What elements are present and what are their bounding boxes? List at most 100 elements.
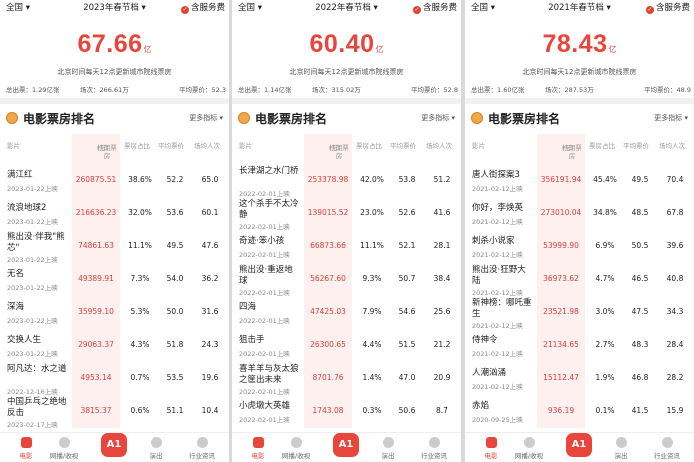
box-office-value: 36973.62 xyxy=(543,274,579,283)
share-value: 11.1% xyxy=(360,241,384,250)
table-row[interactable]: 深海 2023-01-22上映 35959.10 5.3% 50.0 31.6 xyxy=(0,296,229,329)
avg-price-value: 52.6 xyxy=(398,208,416,217)
header-share[interactable]: 票房占比 xyxy=(589,142,615,150)
box-office-value: 74861.63 xyxy=(78,241,114,250)
header-avg-people[interactable]: 场均人次 xyxy=(426,142,452,150)
movie-name: 满江红 xyxy=(7,170,33,180)
avg-price-value: 49.5 xyxy=(631,175,649,184)
header-avg-price[interactable]: 平均票价 xyxy=(623,142,649,150)
service-fee-toggle[interactable]: ✓ 含服务费 xyxy=(412,1,457,14)
movie-table: 长津湖之水门桥 2022-02-01上映 253378.98 42.0% 53.8 51.… xyxy=(232,164,461,428)
table-row[interactable]: 奇迹·笨小孩 2022-02-01上映 66873.66 11.1% 52.1 28.1 xyxy=(232,230,461,263)
header-share[interactable]: 票房占比 xyxy=(356,142,382,150)
table-row[interactable]: 流浪地球2 2023-01-22上映 216636.23 32.0% 53.6 60.1 xyxy=(0,197,229,230)
box-office-value: 15112.47 xyxy=(543,373,579,382)
more-metrics-button[interactable]: 更多指标 ▾ xyxy=(654,113,688,123)
movie-name: 交换人生 xyxy=(7,335,42,345)
nav-industry[interactable]: 行业资讯 xyxy=(182,437,222,460)
nav-center-badge[interactable]: A1 xyxy=(101,433,127,457)
nav-movie[interactable]: 电影 xyxy=(6,437,46,460)
header-box[interactable]: 档期票房 (万) xyxy=(542,142,582,160)
share-value: 34.8% xyxy=(593,208,617,217)
table-row[interactable]: 无名 2023-01-22上映 49389.91 7.3% 54.0 36.2 xyxy=(0,263,229,296)
avg-price-value: 54.6 xyxy=(398,307,416,316)
avg-price-value: 46.8 xyxy=(631,373,649,382)
box-office-value: 29063.37 xyxy=(78,340,114,349)
nav-center-badge[interactable]: A1 xyxy=(333,433,359,457)
header-share[interactable]: 票房占比 xyxy=(124,142,150,150)
avg-price-value: 54.0 xyxy=(166,274,184,283)
header-box[interactable]: 档期票房 (万) xyxy=(77,142,117,160)
table-row[interactable]: 中国乒乓之绝地反击 2023-02-17上映 3815.37 0.6% 51.1 10.4 xyxy=(0,395,229,429)
avg-people-value: 40.8 xyxy=(666,274,684,283)
share-value: 1.4% xyxy=(362,373,382,382)
header-avg-price[interactable]: 平均票价 xyxy=(158,142,184,150)
nav-show[interactable]: 演出 xyxy=(368,437,408,460)
release-date: 2021-02-12上映 xyxy=(472,185,523,193)
nav-movie[interactable]: 电影 xyxy=(238,437,278,460)
nav-network[interactable]: 网播/收视 xyxy=(509,437,549,460)
ranking-title: 电影票房排名 xyxy=(488,112,561,126)
table-row[interactable]: 熊出没·狂野大陆 2021-02-12上映 36973.62 4.7% 46.5 40.8 xyxy=(465,263,694,297)
nav-show[interactable]: 演出 xyxy=(136,437,176,460)
nav-movie[interactable]: 电影 xyxy=(471,437,511,460)
share-value: 7.3% xyxy=(130,274,150,283)
total-tickets: 总出票：1.60亿张 xyxy=(471,86,525,94)
header-avg-people[interactable]: 场均人次 xyxy=(659,142,685,150)
divider xyxy=(0,98,229,104)
nav-industry[interactable]: 行业资讯 xyxy=(647,437,687,460)
table-row[interactable]: 你好，李焕英 2021-02-12上映 273010.04 34.8% 48.5 67.8 xyxy=(465,197,694,230)
service-fee-toggle[interactable]: ✓ 含服务费 xyxy=(645,1,690,14)
avg-people-value: 31.6 xyxy=(201,307,219,316)
movie-name: 四海 xyxy=(239,302,257,312)
avg-people-value: 38.4 xyxy=(433,274,451,283)
share-value: 38.6% xyxy=(128,175,152,184)
box-office-value: 139015.52 xyxy=(307,208,349,217)
avg-price-value: 48.3 xyxy=(631,340,649,349)
service-fee-toggle[interactable]: ✓ 含服务费 xyxy=(180,1,225,14)
release-date: 2023-02-17上映 xyxy=(7,421,58,429)
nav-industry[interactable]: 行业资讯 xyxy=(414,437,454,460)
table-row[interactable]: 小虎墩大英雄 2022-02-01上映 1743.08 0.3% 50.6 8.7 xyxy=(232,395,461,428)
avg-price-value: 52.1 xyxy=(398,241,416,250)
more-metrics-button[interactable]: 更多指标 ▾ xyxy=(421,113,455,123)
avg-people-value: 36.2 xyxy=(201,274,219,283)
nav-center-badge[interactable]: A1 xyxy=(566,433,592,457)
table-row[interactable]: 长津湖之水门桥 2022-02-01上映 253378.98 42.0% 53.8 51.… xyxy=(232,164,461,198)
table-row[interactable]: 狙击手 2022-02-01上映 26300.65 4.4% 51.5 21.2 xyxy=(232,329,461,362)
table-row[interactable]: 喜羊羊与灰太狼之筐出未来 2022-02-01上映 8701.76 1.4% 47.0 2… xyxy=(232,362,461,396)
table-row[interactable]: 熊出没·伴我"熊芯" 2023-01-22上映 74861.63 11.1% 49.5 4… xyxy=(0,230,229,264)
table-row[interactable]: 这个杀手不太冷静 2022-02-01上映 139015.52 23.0% 52.6 41… xyxy=(232,197,461,231)
share-value: 2.7% xyxy=(595,340,615,349)
box-office-value: 47425.03 xyxy=(310,307,346,316)
share-value: 5.3% xyxy=(130,307,150,316)
movie-name: 喜羊羊与灰太狼之筐出未来 xyxy=(239,364,299,385)
table-row[interactable]: 侍神令 2021-02-12上映 21134.65 2.7% 48.3 28.4 xyxy=(465,329,694,362)
table-row[interactable]: 赤焰 2020-09-25上映 936.19 0.1% 41.5 15.9 xyxy=(465,395,694,428)
avg-price-value: 52.2 xyxy=(166,175,184,184)
release-date: 2022-02-01上映 xyxy=(239,317,290,325)
table-row[interactable]: 熊出没·重返地球 2022-02-01上映 56267.60 9.3% 50.7 38.4 xyxy=(232,263,461,297)
nav-network[interactable]: 网播/收视 xyxy=(276,437,316,460)
total-box-office-value: 78.43 xyxy=(542,30,608,58)
avg-people-value: 65.0 xyxy=(201,175,219,184)
table-row[interactable]: 四海 2022-02-01上映 47425.03 7.9% 54.6 25.6 xyxy=(232,296,461,329)
nav-network[interactable]: 网播/收视 xyxy=(44,437,84,460)
table-row[interactable]: 人潮汹涌 2021-02-12上映 15112.47 1.9% 46.8 28.2 xyxy=(465,362,694,395)
table-row[interactable]: 唐人街探案3 2021-02-12上映 356191.94 45.4% 49.5 70.4 xyxy=(465,164,694,197)
avg-people-value: 20.9 xyxy=(433,373,451,382)
more-metrics-button[interactable]: 更多指标 ▾ xyxy=(189,113,223,123)
header-avg-people[interactable]: 场均人次 xyxy=(194,142,220,150)
total-box-office-unit: 亿 xyxy=(143,45,152,54)
table-row[interactable]: 阿凡达：水之道 2022-12-16上映 4953.14 0.7% 53.5 19.6 xyxy=(0,362,229,396)
table-row[interactable]: 交换人生 2023-01-22上映 29063.37 4.3% 51.8 24.3 xyxy=(0,329,229,362)
nav-show[interactable]: 演出 xyxy=(601,437,641,460)
table-row[interactable]: 新神榜：哪吒重生 2021-02-12上映 23521.98 3.0% 47.5 34.3 xyxy=(465,296,694,330)
table-row[interactable]: 刺杀小说家 2021-02-12上映 53999.90 6.9% 50.5 39.6 xyxy=(465,230,694,263)
header-box[interactable]: 档期票房 (万) xyxy=(309,142,349,160)
table-row[interactable]: 满江红 2023-01-22上映 260875.51 38.6% 52.2 65.0 xyxy=(0,164,229,197)
header-avg-price[interactable]: 平均票价 xyxy=(390,142,416,150)
movie-icon xyxy=(252,437,264,448)
box-office-value: 273010.04 xyxy=(540,208,582,217)
avg-price-value: 53.6 xyxy=(166,208,184,217)
